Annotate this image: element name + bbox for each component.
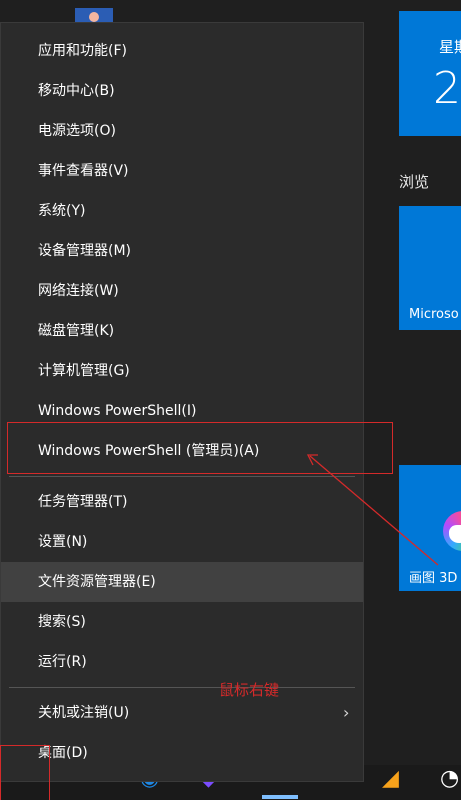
annotation-arrow xyxy=(306,454,439,566)
